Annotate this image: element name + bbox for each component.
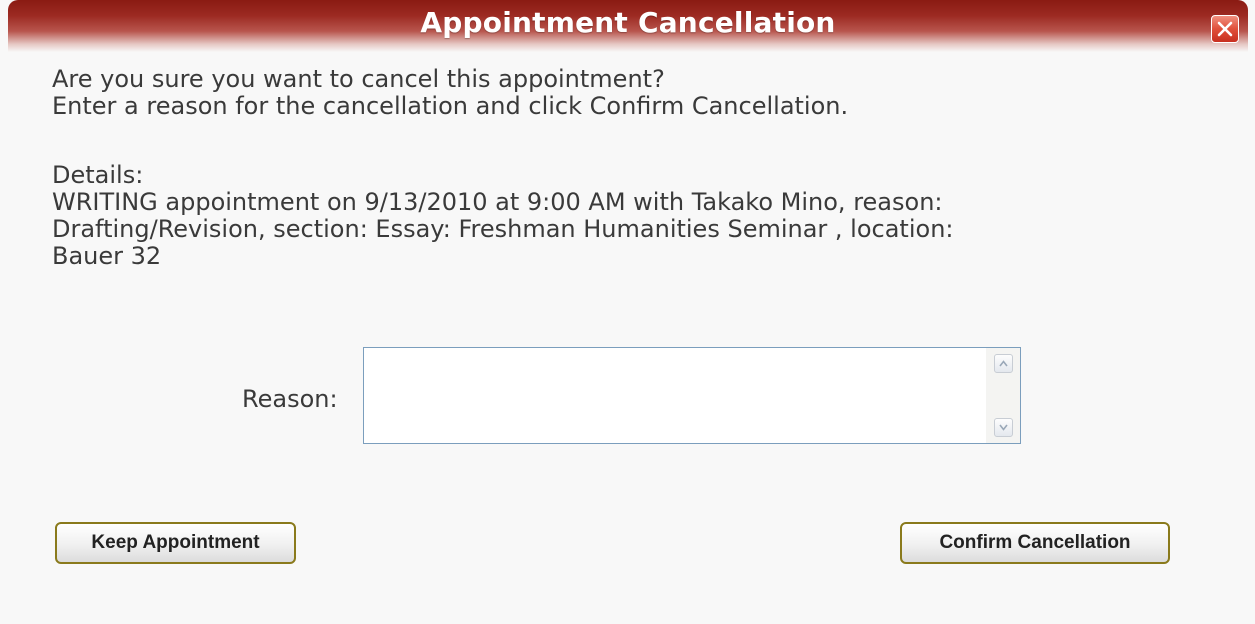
details-line: Drafting/Revision, section: Essay: Fresh… — [52, 215, 954, 243]
chevron-up-icon — [999, 360, 1008, 367]
confirm-cancellation-button[interactable]: Confirm Cancellation — [900, 522, 1170, 564]
close-icon — [1217, 21, 1233, 37]
reason-field-container — [363, 347, 1021, 444]
chevron-down-icon — [999, 424, 1008, 431]
dialog-titlebar: Appointment Cancellation — [8, 0, 1248, 52]
message-line: Are you sure you want to cancel this app… — [52, 65, 665, 93]
appointment-details: WRITING appointment on 9/13/2010 at 9:00… — [52, 189, 1202, 270]
cancellation-dialog: Appointment Cancellation Are you sure yo… — [0, 0, 1255, 624]
dialog-title: Appointment Cancellation — [420, 6, 836, 39]
details-line: Bauer 32 — [52, 242, 162, 270]
reason-scrollbar[interactable] — [986, 348, 1020, 443]
scroll-down-button[interactable] — [994, 418, 1013, 437]
scroll-up-button[interactable] — [994, 354, 1013, 373]
confirmation-message: Are you sure you want to cancel this app… — [52, 66, 1232, 120]
close-button[interactable] — [1211, 15, 1239, 43]
reason-textarea[interactable] — [364, 348, 984, 443]
keep-appointment-button[interactable]: Keep Appointment — [55, 522, 296, 564]
message-line: Enter a reason for the cancellation and … — [52, 92, 849, 120]
details-line: WRITING appointment on 9/13/2010 at 9:00… — [52, 188, 943, 216]
reason-label: Reason: — [242, 385, 338, 413]
details-label: Details: — [52, 161, 144, 189]
